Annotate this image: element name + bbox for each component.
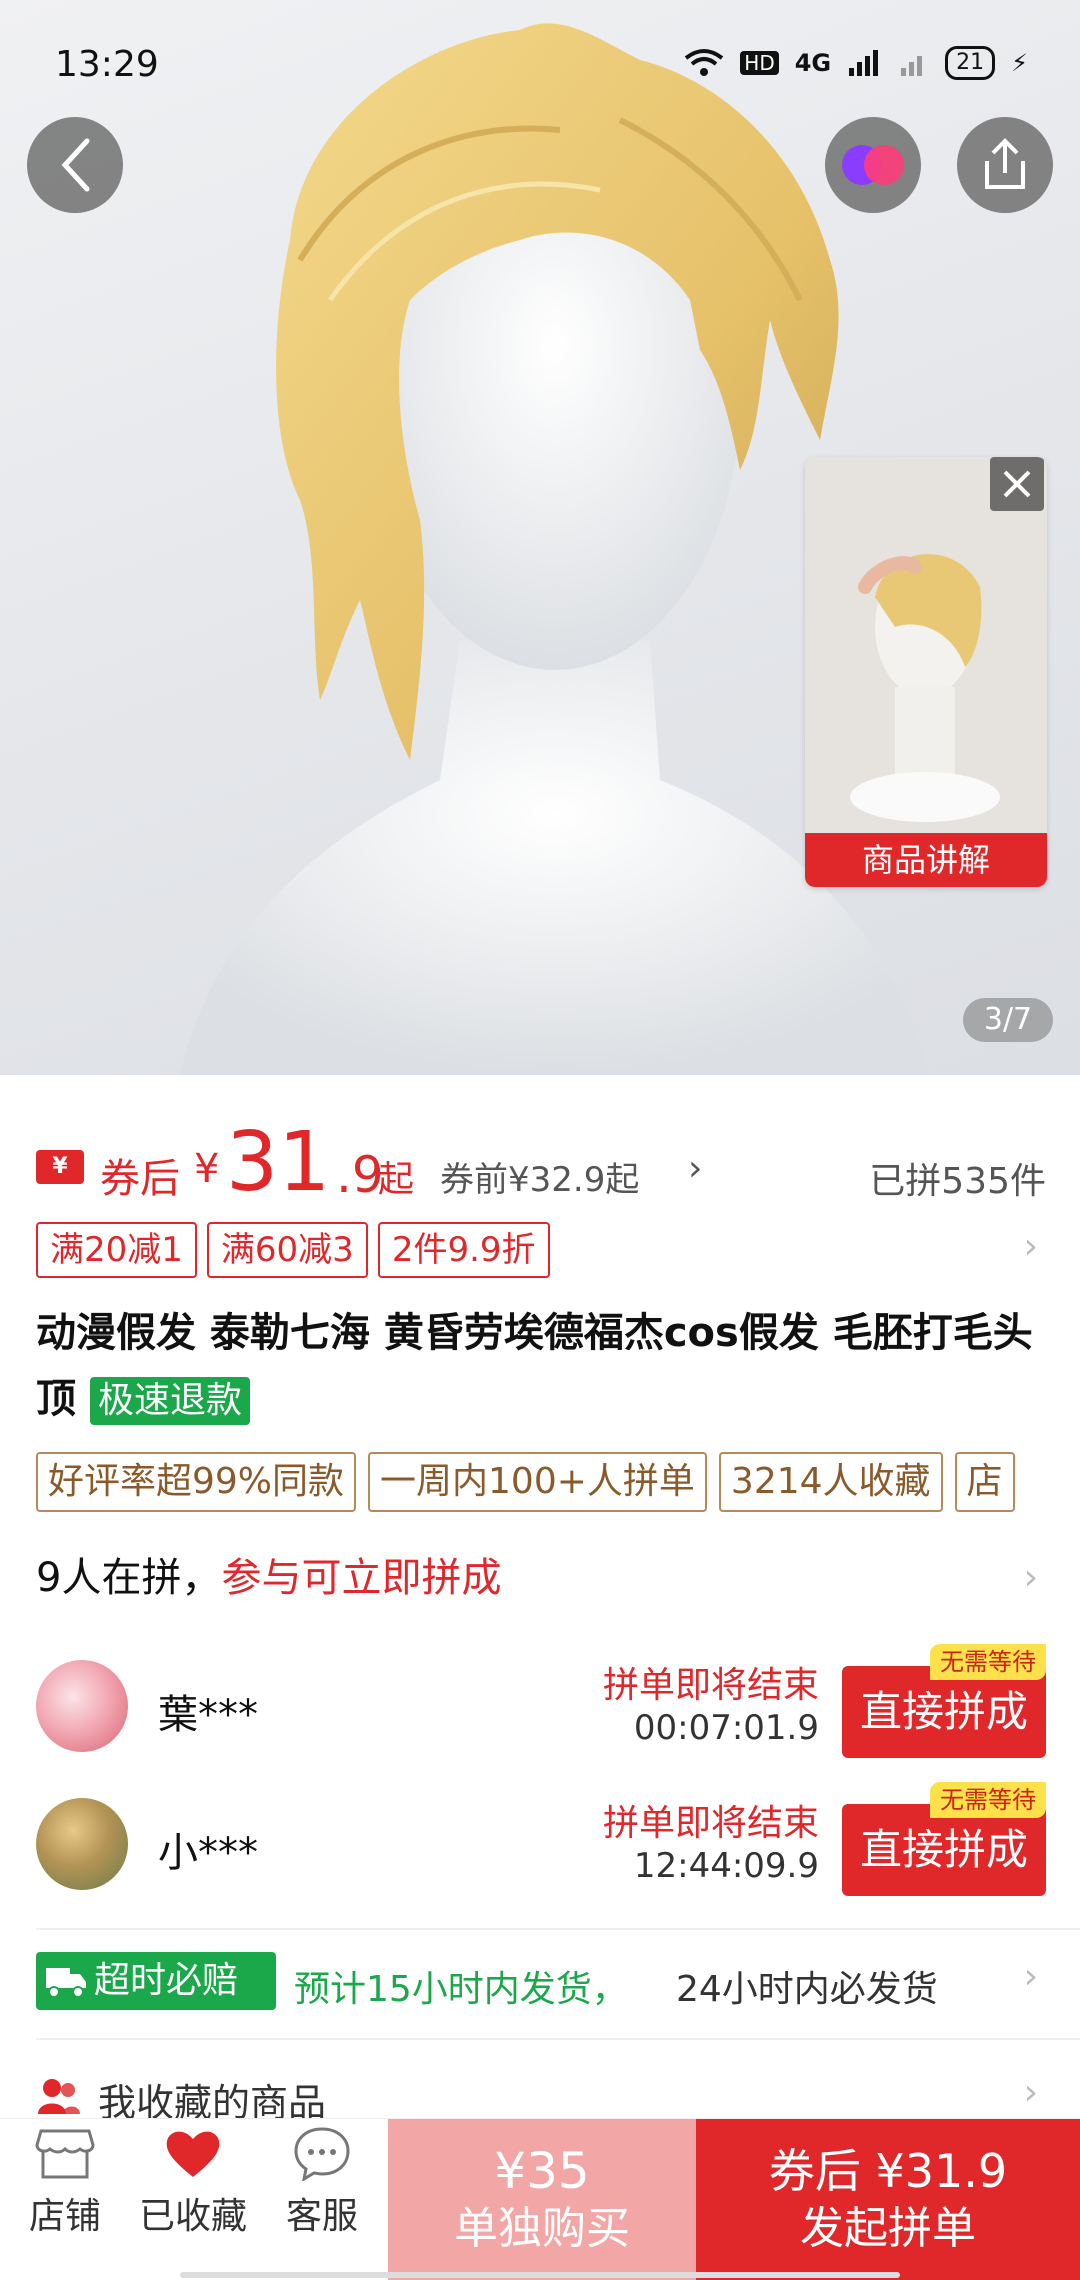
- info-tag: 店: [954, 1452, 1015, 1512]
- buy-alone-button[interactable]: ¥35 单独购买: [388, 2119, 696, 2280]
- status-time: 13:29: [55, 44, 159, 85]
- price-before-coupon[interactable]: 券前¥32.9起: [440, 1152, 639, 1201]
- customer-service-label: 客服: [285, 2196, 358, 2237]
- shipping-badge-label: 超时必赔: [94, 1960, 239, 2001]
- shipping-guarantee: 24小时内必发货: [676, 1969, 938, 2010]
- buy-alone-price: ¥35: [494, 2142, 590, 2200]
- shipping-badge: 超时必赔: [36, 1952, 276, 2010]
- divider: [36, 1928, 1080, 1930]
- battery-icon: 21: [945, 46, 996, 80]
- users-icon: [38, 2079, 80, 2114]
- wifi-icon: [685, 49, 724, 76]
- avatar: [36, 1660, 128, 1752]
- customer-service-button[interactable]: 客服: [262, 2125, 382, 2239]
- shipping-row[interactable]: 超时必赔 预计15小时内发货， 24小时内必发货 ›: [36, 1952, 1046, 2014]
- price-suffix: 起: [378, 1159, 415, 1200]
- group-buy-label: 发起拼单: [800, 2203, 976, 2254]
- chat-icon: [294, 2127, 350, 2183]
- group-timer: 00:07:01.9: [633, 1708, 819, 1748]
- charging-icon: ⚡: [1011, 49, 1028, 77]
- price-symbol: ¥: [194, 1146, 220, 1192]
- coupon-icon: ¥: [36, 1150, 84, 1184]
- divider: [36, 2038, 1080, 2040]
- status-bar: 13:29 HD 4G 21 ⚡: [0, 0, 1080, 130]
- group-count: 9人在拼，: [36, 1555, 222, 1601]
- promo-tag: 满60减3: [206, 1222, 368, 1278]
- price-decimal: .9: [336, 1146, 384, 1204]
- no-wait-badge: 无需等待: [930, 1782, 1046, 1818]
- video-preview-image: [805, 457, 1047, 833]
- product-image-carousel[interactable]: 13:29 HD 4G 21 ⚡ 商品讲解 3/7: [0, 0, 1080, 1075]
- info-tag: 好评率超99%同款: [36, 1452, 357, 1512]
- store-button[interactable]: 店铺: [5, 2125, 125, 2239]
- chevron-left-icon: [61, 138, 90, 192]
- promo-tag: 2件9.9折: [377, 1222, 550, 1278]
- heart-icon: [166, 2131, 220, 2177]
- signal-icon: 4G: [794, 49, 832, 77]
- promo-tag: 满20减1: [36, 1222, 197, 1278]
- group-user-name: 小***: [158, 1830, 258, 1876]
- share-icon: [985, 138, 1025, 189]
- status-icons: HD 4G 21 ⚡: [684, 46, 1028, 80]
- chevron-right-icon: ›: [1023, 1557, 1038, 1598]
- hd-icon: HD: [740, 51, 779, 75]
- sold-count: 已拼535件: [869, 1161, 1046, 1202]
- video-label: 商品讲解: [805, 833, 1047, 887]
- promo-row[interactable]: 满20减1 满60减3 2件9.9折 ›: [36, 1222, 1046, 1280]
- favorite-label: 已收藏: [138, 2196, 247, 2237]
- group-timer: 12:44:09.9: [633, 1846, 819, 1886]
- compare-button[interactable]: [825, 117, 921, 213]
- chevron-right-icon: ›: [1023, 1956, 1038, 1997]
- avatar: [36, 1798, 128, 1890]
- no-wait-badge: 无需等待: [930, 1644, 1046, 1680]
- start-group-buy-button[interactable]: 券后 ¥31.9 发起拼单: [696, 2119, 1080, 2280]
- share-button[interactable]: [957, 117, 1053, 213]
- back-button[interactable]: [27, 117, 123, 213]
- group-row: 葉*** 拼单即将结束 00:07:01.9 直接拼成 无需等待: [36, 1644, 1046, 1758]
- price-integer: 31: [226, 1115, 331, 1210]
- chevron-right-icon: ›: [688, 1148, 703, 1189]
- buy-alone-label: 单独购买: [454, 2203, 630, 2254]
- truck-icon: [46, 1968, 86, 1998]
- price-prefix: 券后: [100, 1156, 180, 1202]
- favorite-button[interactable]: 已收藏: [133, 2125, 253, 2239]
- close-icon: [1003, 470, 1031, 498]
- group-status: 拼单即将结束: [602, 1803, 819, 1844]
- product-video-thumbnail[interactable]: 商品讲解: [805, 457, 1047, 887]
- product-title: 动漫假发 泰勒七海 黄昏劳埃德福杰cos假发 毛胚打毛头顶 极速退款: [36, 1300, 1046, 1432]
- signal-bars-icon: [849, 50, 879, 76]
- group-cta: 参与可立即拼成: [221, 1555, 502, 1601]
- shipping-estimate: 预计15小时内发货，: [294, 1969, 628, 2010]
- group-user-name: 葉***: [158, 1692, 258, 1738]
- info-tags-row[interactable]: 好评率超99%同款 一周内100+人拼单 3214人收藏店: [36, 1452, 1080, 1514]
- signal-off-icon: [901, 56, 923, 76]
- group-buy-price: 券后 ¥31.9: [768, 2144, 1008, 2198]
- store-icon: [35, 2129, 95, 2179]
- price-row: ¥ 券后 ¥ 31 .9 起 券前¥32.9起 › 已拼535件: [36, 1118, 1046, 1208]
- home-indicator[interactable]: [180, 2272, 900, 2278]
- bottom-action-bar: 店铺 已收藏 客服 ¥35 单独购买 券后 ¥31.9 发起拼单: [0, 2118, 1080, 2280]
- info-tag: 一周内100+人拼单: [368, 1452, 707, 1512]
- overlap-circles-icon: [842, 145, 904, 185]
- info-tag: 3214人收藏: [718, 1452, 943, 1512]
- fast-refund-tag: 极速退款: [89, 1377, 250, 1425]
- image-page-indicator: 3/7: [963, 998, 1053, 1042]
- chevron-right-icon: ›: [1023, 2072, 1038, 2113]
- chevron-right-icon: ›: [1023, 1226, 1038, 1267]
- close-video-button[interactable]: [990, 457, 1044, 511]
- group-row: 小*** 拼单即将结束 12:44:09.9 直接拼成 无需等待: [36, 1782, 1046, 1896]
- store-label: 店铺: [28, 2196, 101, 2237]
- group-buy-header[interactable]: 9人在拼，参与可立即拼成 ›: [36, 1548, 1046, 1608]
- group-status: 拼单即将结束: [602, 1665, 819, 1706]
